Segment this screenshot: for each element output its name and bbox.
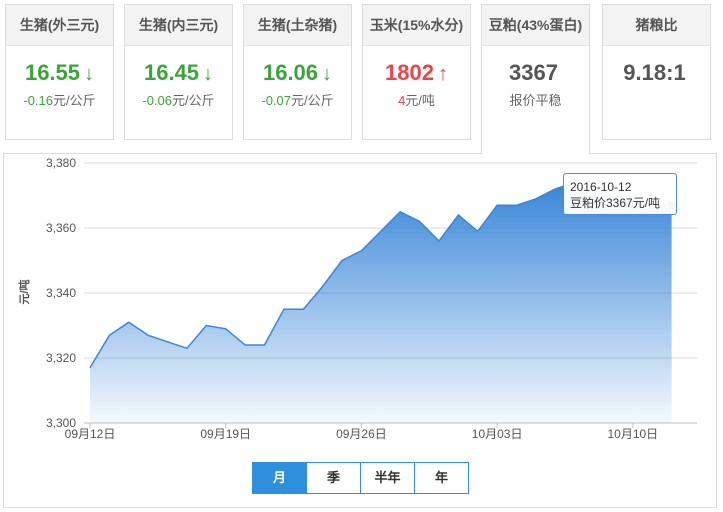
series-area [90, 182, 672, 423]
x-tick-label: 10月10日 [607, 427, 658, 441]
x-tick-label: 09月26日 [336, 427, 387, 441]
y-tick-label: 3,360 [46, 221, 76, 235]
card-value: 3367 [509, 60, 558, 85]
card-change: 报价平稳 [482, 90, 589, 109]
tooltip-text: 豆粕价3367元/吨 [570, 196, 661, 210]
tooltip-date: 2016-10-12 [570, 180, 632, 194]
y-axis: 3,3003,3203,3403,3603,380 [46, 156, 76, 430]
x-tick-label: 09月12日 [65, 427, 116, 441]
chart-series [89, 181, 678, 423]
change-unit: 报价平稳 [509, 93, 562, 108]
card-value-row: 3367 [482, 58, 589, 88]
tab-year[interactable]: 年 [414, 463, 468, 493]
x-axis: 09月12日 09月19日 09月26日 10月03日 10月10日 [65, 422, 697, 441]
card-soymeal[interactable]: 豆粕(43%蛋白) 3367 报价平稳 [481, 4, 590, 154]
chart-tooltip: 2016-10-12 豆粕价3367元/吨 [563, 173, 677, 215]
x-tick-label: 09月19日 [200, 427, 251, 441]
x-tick-label: 10月03日 [472, 427, 523, 441]
y-tick-label: 3,340 [46, 286, 76, 300]
y-tick-label: 3,320 [46, 351, 76, 365]
tab-quarter[interactable]: 季 [306, 463, 360, 493]
y-tick-label: 3,380 [46, 156, 76, 170]
tab-half-year[interactable]: 半年 [360, 463, 414, 493]
card-title: 豆粕(43%蛋白) [482, 5, 589, 46]
tab-month[interactable]: 月 [253, 463, 306, 493]
price-chart[interactable]: 3,3003,3203,3403,3603,380 09月12日 09月19日 09… [0, 0, 723, 512]
y-axis-label: 元/吨 [17, 279, 31, 304]
range-tabs: 月 季 半年 年 [252, 462, 469, 494]
